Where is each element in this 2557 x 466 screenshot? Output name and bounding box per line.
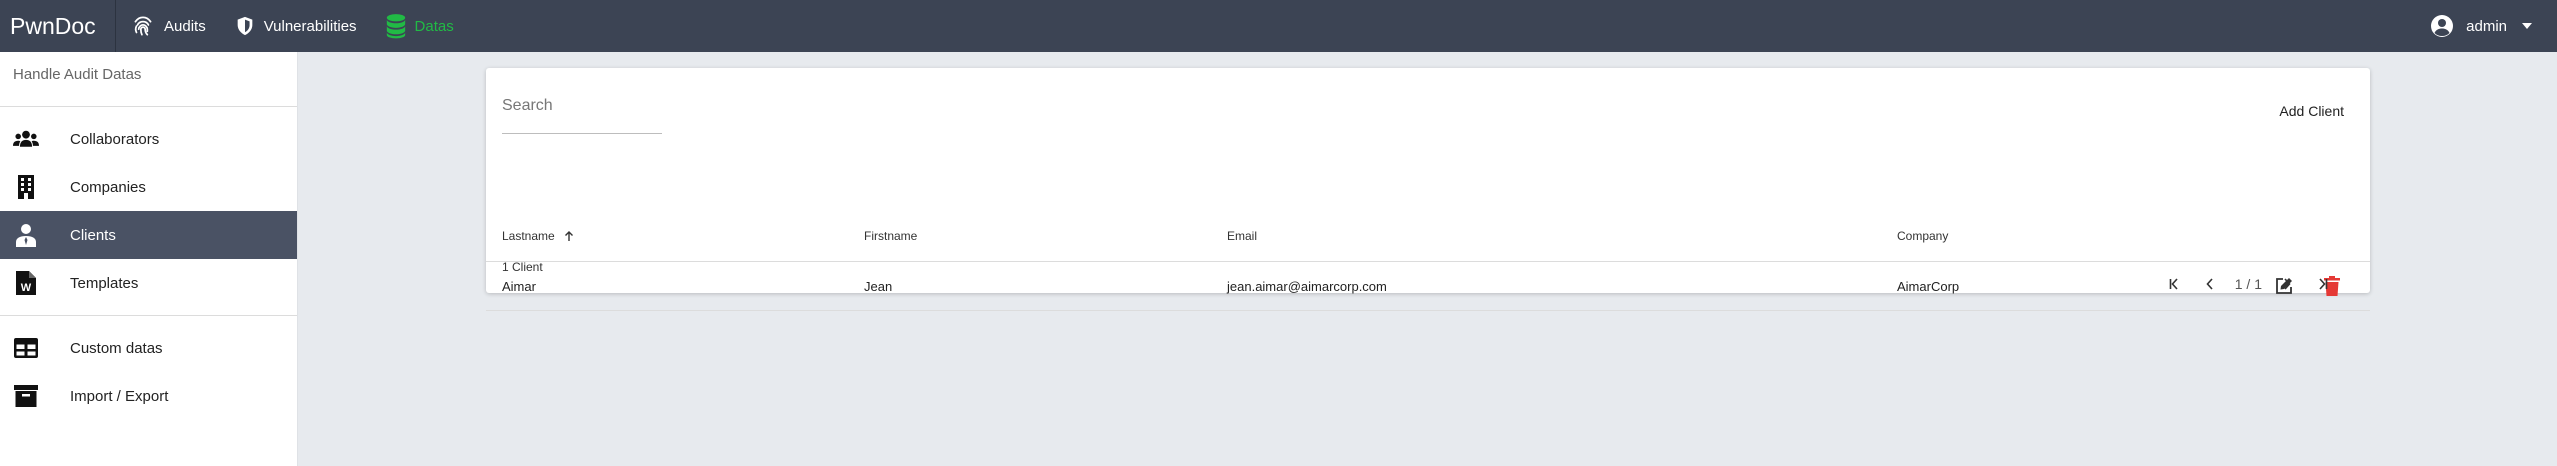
column-header-lastname[interactable]: Lastname <box>502 229 574 243</box>
caret-down-icon <box>2522 23 2532 29</box>
column-label: Lastname <box>502 228 555 243</box>
cell-company: AimarCorp <box>1897 278 1960 294</box>
add-client-button[interactable]: Add Client <box>2267 96 2356 126</box>
app-brand[interactable]: PwnDoc <box>0 0 116 52</box>
prev-page-button[interactable] <box>2193 273 2227 295</box>
chevron-right-icon <box>2284 278 2291 290</box>
table-header: Lastname Firstname Email Company <box>486 210 2370 262</box>
nav-label-vulnerabilities: Vulnerabilities <box>263 17 357 35</box>
column-header-firstname[interactable]: Firstname <box>864 229 917 243</box>
sidebar-header: Handle Audit Datas <box>0 52 297 107</box>
cell-firstname: Jean <box>864 278 893 294</box>
chevron-left-icon <box>2206 278 2213 290</box>
clients-card: Add Client Lastname Firstname Email Comp… <box>486 68 2370 311</box>
nav-datas[interactable]: Datas <box>371 0 468 52</box>
sidebar-item-label: Templates <box>70 274 139 292</box>
nav-audits[interactable]: Audits <box>116 0 220 52</box>
sidebar-item-label: Companies <box>70 178 146 196</box>
last-page-button[interactable] <box>2304 273 2338 295</box>
sidebar: Handle Audit Datas Collaborators Compani… <box>0 52 298 466</box>
sidebar-item-templates[interactable]: W Templates <box>0 259 297 307</box>
cell-lastname: Aimar <box>502 278 536 294</box>
sidebar-divider <box>0 315 297 316</box>
sort-ascending-icon <box>565 230 574 241</box>
nav-vulnerabilities[interactable]: Vulnerabilities <box>220 0 371 52</box>
pagination: 1 / 1 <box>2159 273 2338 295</box>
client-icon <box>13 223 39 247</box>
top-bar: PwnDoc Audits Vulnerabilities Datas admi… <box>0 0 2557 52</box>
last-page-icon <box>2319 278 2328 290</box>
sidebar-item-collaborators[interactable]: Collaborators <box>0 115 297 163</box>
sidebar-item-custom-datas[interactable]: Custom datas <box>0 324 297 372</box>
account-circle-icon <box>2431 15 2454 37</box>
table-icon <box>13 336 39 360</box>
word-file-icon: W <box>13 271 39 295</box>
page-indicator: 1 / 1 <box>2234 276 2262 292</box>
building-icon <box>13 175 39 199</box>
nav-label-datas: Datas <box>414 17 454 35</box>
sidebar-item-import-export[interactable]: Import / Export <box>0 372 297 420</box>
fingerprint-icon <box>134 16 152 36</box>
shield-icon <box>237 16 253 36</box>
users-icon <box>13 127 39 151</box>
first-page-icon <box>2169 278 2178 290</box>
sidebar-item-clients[interactable]: Clients <box>0 211 297 259</box>
column-header-email[interactable]: Email <box>1227 229 1257 243</box>
sidebar-item-label: Custom datas <box>70 339 163 357</box>
cell-email: jean.aimar@aimarcorp.com <box>1227 278 1387 294</box>
next-page-button[interactable] <box>2270 273 2304 295</box>
search-input[interactable] <box>502 92 662 115</box>
records-count: 1 Client <box>502 260 543 274</box>
search-field[interactable] <box>502 92 662 134</box>
sidebar-item-label: Import / Export <box>70 387 169 405</box>
first-page-button[interactable] <box>2159 273 2193 295</box>
table-row: Aimar Jean jean.aimar@aimarcorp.com Aima… <box>486 262 2370 311</box>
archive-icon <box>13 384 39 408</box>
user-name: admin <box>2466 17 2507 35</box>
sidebar-item-label: Collaborators <box>70 130 160 148</box>
column-header-company[interactable]: Company <box>1897 229 1948 243</box>
database-icon <box>386 14 405 39</box>
nav-label-audits: Audits <box>164 17 206 35</box>
sidebar-item-companies[interactable]: Companies <box>0 163 297 211</box>
sidebar-item-label: Clients <box>70 226 116 244</box>
svg-text:W: W <box>21 282 32 294</box>
user-menu[interactable]: admin <box>2430 0 2533 52</box>
